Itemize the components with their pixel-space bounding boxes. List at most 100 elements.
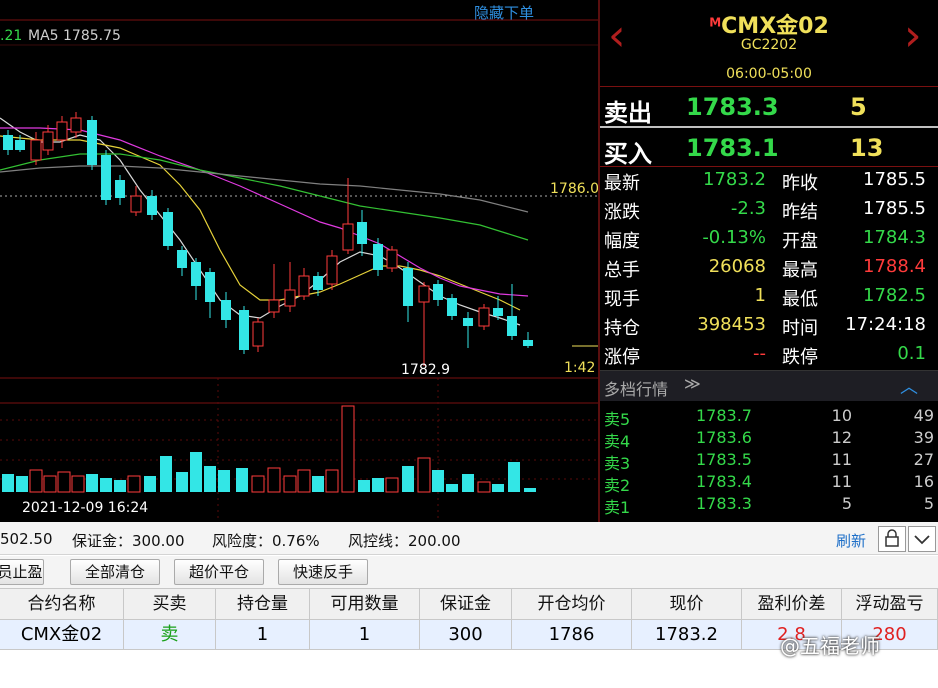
candle-body [298, 275, 310, 297]
column-header[interactable]: 开仓均价 [512, 589, 632, 619]
volume-bar [312, 476, 324, 492]
quote-panel: ‹ › MCMX金02 GC2202 06:00-05:00 卖出 1783.3… [598, 0, 938, 522]
candle-body [326, 255, 338, 285]
list-item[interactable]: 卖3 1783.5 11 27 [600, 449, 938, 473]
volume-bar [86, 474, 98, 492]
ma-line-magenta [0, 127, 529, 297]
candle-body [101, 155, 111, 200]
table-cell: 1786 [512, 620, 632, 649]
candle-body [115, 180, 125, 198]
depth-header[interactable]: 多档行情 ≫ ︿ [600, 370, 938, 401]
candle-body [221, 300, 231, 320]
action-bar: 员止盈 全部清仓 超价平仓 快速反手 [0, 556, 938, 588]
volume-bar [71, 475, 85, 493]
candle-body [357, 222, 367, 244]
list-item[interactable]: 卖4 1783.6 12 39 [600, 427, 938, 451]
volume-bar [283, 475, 297, 493]
depth-price: 1783.4 [696, 472, 752, 491]
ask-row[interactable]: 卖出 1783.3 5 [600, 86, 938, 127]
candle-body [463, 318, 473, 326]
depth-label: 卖1 [604, 498, 631, 517]
stat-value: 1 [754, 285, 766, 306]
column-header[interactable]: 可用数量 [310, 589, 420, 619]
stat-label: 最高 [782, 260, 818, 281]
stat-value: 1785.5 [863, 169, 926, 190]
quick-reverse-button[interactable]: 快速反手 [278, 559, 368, 585]
hide-order-link[interactable]: 隐藏下单 [474, 2, 534, 23]
stat-label: 昨收 [782, 173, 818, 194]
candle-body [507, 316, 517, 336]
chart-datetime: 2021-12-09 16:24 [22, 500, 149, 516]
stat-label: 涨跌 [604, 202, 640, 223]
account-toolbar: 502.50 保证金：300.00 风险度：0.76% 风控线：200.00 刷… [0, 522, 938, 555]
stat-label: 幅度 [604, 231, 640, 252]
volume-bar [251, 475, 265, 493]
stat-value: 1784.3 [863, 227, 926, 248]
stat-value: 1788.4 [863, 256, 926, 277]
price-ref-tag: 1786.0 [550, 181, 599, 197]
close-all-button[interactable]: 全部清仓 [70, 559, 160, 585]
candle-body [493, 308, 503, 316]
candle-body [15, 140, 25, 150]
over-price-close-button[interactable]: 超价平仓 [174, 559, 264, 585]
list-item[interactable]: 卖1 1783.3 5 5 [600, 493, 938, 517]
list-item[interactable]: 卖2 1783.4 11 16 [600, 471, 938, 495]
kline-chart[interactable]: .21 MA5 1785.75 隐藏下单 1786.0 1:42 1782.9 … [0, 0, 599, 522]
depth-total: 27 [913, 450, 934, 469]
stat-label: 昨结 [782, 202, 818, 223]
column-header[interactable]: 现价 [632, 589, 742, 619]
table-cell: 1783.2 [632, 620, 742, 649]
volume-bar [43, 475, 57, 493]
refresh-link[interactable]: 刷新 [836, 530, 866, 551]
candle-body [433, 284, 443, 300]
volume-bar [402, 466, 414, 492]
volume-bar [477, 481, 491, 493]
margin-text: 保证金：300.00 [72, 532, 185, 550]
column-header[interactable]: 浮动盈亏 [842, 589, 938, 619]
ma5-label: MA5 1785.75 [28, 28, 121, 44]
volume-bar [16, 476, 28, 492]
volume-bar [492, 484, 504, 492]
volume-bar [160, 456, 172, 492]
stat-label: 最新 [604, 173, 640, 194]
session-time: 06:00-05:00 [726, 66, 812, 82]
collapse-up-icon[interactable]: ︿ [900, 373, 918, 399]
take-profit-button[interactable]: 员止盈 [0, 559, 44, 585]
candle-body [418, 285, 430, 303]
bid-row[interactable]: 买入 1783.1 13 [600, 126, 938, 168]
column-header[interactable]: 合约名称 [0, 589, 124, 619]
divider [600, 166, 938, 167]
bid-label: 买入 [604, 140, 652, 168]
column-header[interactable]: 持仓量 [216, 589, 310, 619]
bid-volume: 13 [850, 134, 884, 162]
volume-bars [2, 405, 536, 493]
chevron-down-icon[interactable] [908, 526, 936, 552]
stat-label: 开盘 [782, 231, 818, 252]
candle-body [130, 195, 142, 213]
volume-bar [218, 470, 230, 492]
table-cell: CMX金02 [0, 620, 124, 649]
double-chevron-down-icon[interactable]: ≫ [684, 374, 701, 393]
stat-value: 1783.2 [703, 169, 766, 190]
column-header[interactable]: 买卖 [124, 589, 216, 619]
candle-body [147, 196, 157, 215]
stat-label: 最低 [782, 289, 818, 310]
candle-body [386, 249, 398, 269]
depth-total: 39 [913, 428, 934, 447]
volume-bar [100, 478, 112, 492]
depth-volume: 5 [841, 494, 852, 513]
volume-bar [236, 468, 248, 492]
volume-bar [341, 405, 355, 493]
column-header[interactable]: 盈利价差 [742, 589, 842, 619]
depth-price: 1783.7 [696, 406, 752, 425]
volume-bar [114, 480, 126, 492]
risk-line-text: 风控线：200.00 [348, 532, 461, 550]
candles [3, 112, 533, 366]
column-header[interactable]: 保证金 [420, 589, 512, 619]
table-cell: 1 [216, 620, 310, 649]
lock-icon[interactable] [878, 526, 906, 552]
depth-volume: 11 [831, 472, 852, 491]
depth-price: 1783.6 [696, 428, 752, 447]
kline-svg [0, 19, 598, 522]
list-item[interactable]: 卖5 1783.7 10 49 [600, 405, 938, 429]
